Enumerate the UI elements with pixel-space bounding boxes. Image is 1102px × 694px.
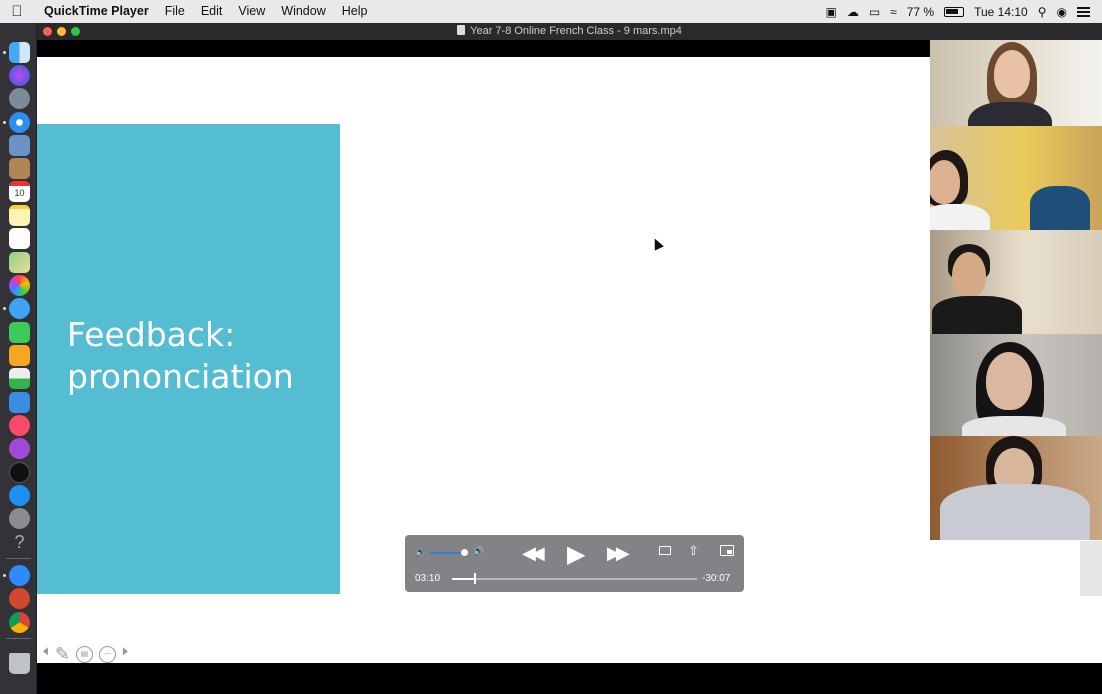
clock[interactable]: Tue 14:10 bbox=[974, 5, 1028, 19]
launchpad-icon[interactable] bbox=[9, 88, 30, 109]
pages-icon[interactable] bbox=[9, 345, 30, 366]
fast-forward-button[interactable]: ▶▶ bbox=[607, 543, 630, 564]
chrome-icon[interactable] bbox=[9, 612, 30, 633]
battery-icon[interactable] bbox=[944, 6, 965, 17]
zoom-status-icon[interactable]: ▣ bbox=[825, 5, 836, 19]
subtitles-icon: ▤ bbox=[75, 645, 93, 663]
slide-heading: Feedback: prononciation bbox=[67, 314, 294, 398]
finder-icon[interactable] bbox=[9, 42, 30, 63]
dock-separator bbox=[6, 638, 31, 639]
cloud-icon[interactable]: ☁ bbox=[847, 5, 859, 19]
more-options-icon: ⋯ bbox=[98, 645, 116, 663]
running-indicator bbox=[3, 51, 6, 54]
participant-overflow-tile bbox=[1080, 541, 1102, 596]
apple-tv-icon[interactable] bbox=[9, 462, 30, 483]
pen-icon: ✎ bbox=[54, 643, 70, 664]
trash-icon[interactable] bbox=[9, 653, 30, 674]
reminders-icon[interactable] bbox=[9, 228, 30, 249]
numbers-icon[interactable] bbox=[9, 368, 30, 389]
facetime-icon[interactable] bbox=[9, 322, 30, 343]
dock: 10 ? bbox=[0, 23, 37, 694]
siri-icon[interactable] bbox=[9, 65, 30, 86]
timeline-played bbox=[452, 578, 475, 580]
participant-video-4 bbox=[930, 334, 1102, 438]
volume-high-icon[interactable]: 🔊 bbox=[473, 546, 484, 557]
podcasts-icon[interactable] bbox=[9, 438, 30, 459]
menu-file[interactable]: File bbox=[157, 0, 193, 23]
running-indicator bbox=[3, 307, 6, 310]
airplay-icon[interactable]: ▭ bbox=[869, 5, 880, 19]
powerpoint-icon[interactable] bbox=[9, 588, 30, 609]
rewind-button[interactable]: ◀◀ bbox=[522, 543, 545, 564]
participant-tiles bbox=[930, 40, 1102, 540]
battery-percent: 77 % bbox=[906, 4, 935, 19]
wifi-icon[interactable]: ≈ bbox=[890, 5, 897, 19]
menu-app-name[interactable]: QuickTime Player bbox=[34, 0, 157, 23]
participant-video-2 bbox=[930, 126, 1102, 230]
menu-window[interactable]: Window bbox=[273, 0, 333, 23]
help-icon[interactable]: ? bbox=[9, 532, 30, 553]
system-preferences-icon[interactable] bbox=[9, 508, 30, 529]
siri-status-icon[interactable]: ◉ bbox=[1057, 5, 1067, 19]
status-area: ▣ ☁ ▭ ≈ 77 % Tue 14:10 ⚲ ◉ bbox=[825, 5, 1102, 19]
app-store-icon[interactable] bbox=[9, 485, 30, 506]
next-slide-arrow-icon: 🢒 bbox=[121, 641, 129, 661]
participant-video-3 bbox=[930, 230, 1102, 334]
menu-edit[interactable]: Edit bbox=[193, 0, 231, 23]
messages-icon[interactable] bbox=[9, 298, 30, 319]
timeline-scrubber[interactable] bbox=[452, 578, 697, 580]
remaining-time: -30:07 bbox=[702, 573, 731, 584]
keynote-icon[interactable] bbox=[9, 392, 30, 413]
playback-controls: 🔈 🔊 ◀◀ ▶ ▶▶ ⇧ 03:10 -30:07 bbox=[405, 535, 744, 592]
window-title-text: Year 7-8 Online French Class - 9 mars.mp… bbox=[470, 25, 682, 37]
slide-title-panel: Feedback: prononciation bbox=[37, 124, 340, 594]
participant-video-5 bbox=[930, 436, 1102, 540]
picture-in-picture-button[interactable] bbox=[720, 545, 734, 556]
photos-icon[interactable] bbox=[9, 275, 30, 296]
timeline-playhead[interactable] bbox=[474, 573, 476, 584]
play-button[interactable]: ▶ bbox=[567, 540, 585, 569]
volume-slider-knob[interactable] bbox=[461, 549, 468, 556]
volume-low-icon[interactable]: 🔈 bbox=[415, 547, 426, 558]
slide-navigation: 🢐 ✎ ▤ ⋯ 🢒 bbox=[42, 639, 129, 669]
notes-icon[interactable] bbox=[9, 205, 30, 226]
apple-icon[interactable]:  bbox=[0, 3, 34, 20]
running-indicator bbox=[3, 121, 6, 124]
menu-view[interactable]: View bbox=[230, 0, 273, 23]
mouse-pointer-icon bbox=[650, 236, 664, 251]
window-title: Year 7-8 Online French Class - 9 mars.mp… bbox=[37, 25, 1102, 37]
safari-icon[interactable] bbox=[9, 112, 30, 133]
menu-help[interactable]: Help bbox=[334, 0, 376, 23]
running-indicator bbox=[3, 574, 6, 577]
share-button[interactable]: ⇧ bbox=[688, 543, 699, 559]
slide-heading-line-2: prononciation bbox=[67, 357, 294, 396]
current-time: 03:10 bbox=[415, 573, 441, 584]
window-titlebar[interactable]: Year 7-8 Online French Class - 9 mars.mp… bbox=[37, 23, 1102, 40]
notification-center-icon[interactable] bbox=[1077, 6, 1090, 17]
dock-separator bbox=[6, 558, 31, 559]
zoom-icon[interactable] bbox=[9, 565, 30, 586]
preview-icon[interactable] bbox=[9, 135, 30, 156]
music-icon[interactable] bbox=[9, 415, 30, 436]
slide-heading-line-1: Feedback: bbox=[67, 315, 236, 354]
previous-slide-arrow-icon: 🢐 bbox=[42, 641, 49, 661]
maps-icon[interactable] bbox=[9, 252, 30, 273]
menu-bar:  QuickTime Player File Edit View Window… bbox=[0, 0, 1102, 23]
document-icon bbox=[457, 25, 466, 35]
calendar-icon[interactable]: 10 bbox=[9, 181, 30, 202]
spotlight-search-icon[interactable]: ⚲ bbox=[1038, 5, 1047, 19]
airplay-button[interactable] bbox=[659, 546, 671, 555]
contacts-icon[interactable] bbox=[9, 158, 30, 179]
